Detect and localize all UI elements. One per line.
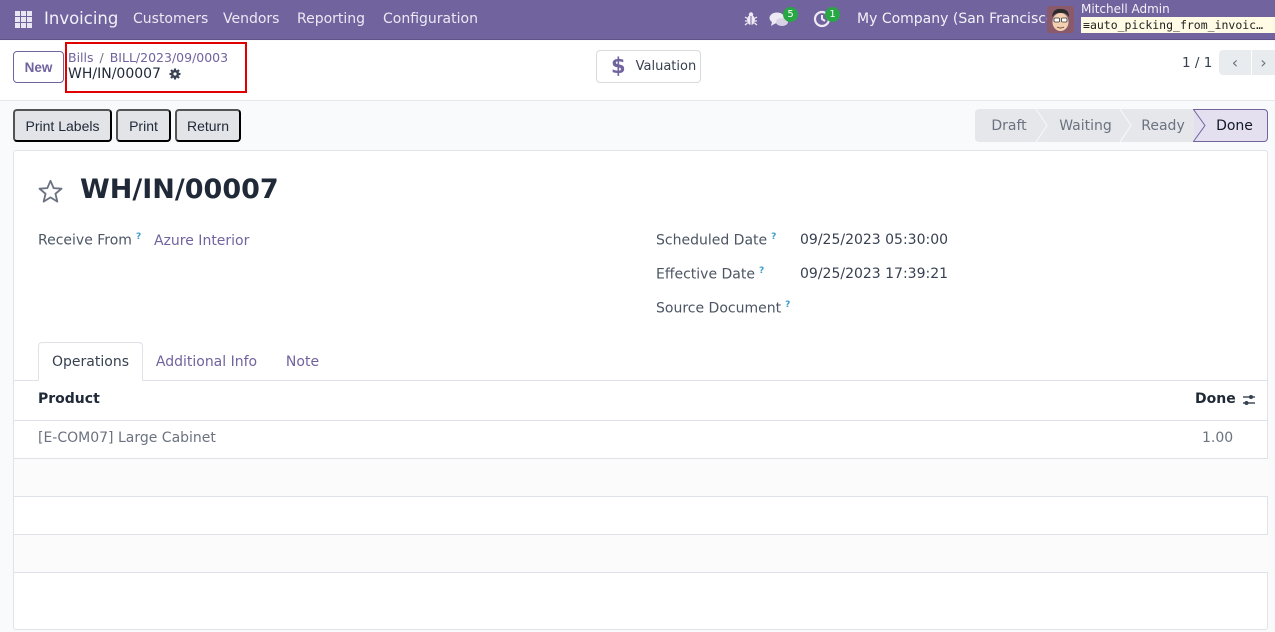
- pager-value[interactable]: 1 / 1: [1182, 55, 1212, 71]
- receive-from-label-text: Receive From: [38, 232, 132, 249]
- help-tooltip-icon[interactable]: ?: [785, 300, 790, 310]
- column-header-done[interactable]: Done: [1195, 391, 1236, 407]
- chevron-left-icon: ‹: [1231, 53, 1239, 72]
- pager-previous-button[interactable]: ‹: [1219, 50, 1251, 75]
- current-record-name: WH/IN/00007: [68, 66, 161, 82]
- menu-configuration[interactable]: Configuration: [383, 11, 478, 27]
- help-tooltip-icon[interactable]: ?: [771, 232, 776, 242]
- scheduled-date-value[interactable]: 09/25/2023 05:30:00: [800, 232, 948, 248]
- dollar-icon: $: [611, 54, 626, 78]
- user-name[interactable]: Mitchell Admin: [1081, 2, 1170, 16]
- stage-waiting[interactable]: Waiting: [1043, 109, 1128, 142]
- breadcrumb-bill[interactable]: BILL/2023/09/0003: [110, 50, 228, 65]
- effective-date-label: Effective Date?: [656, 266, 764, 283]
- control-panel: New Bills / BILL/2023/09/0003 WH/IN/00007 …: [0, 41, 1275, 101]
- receive-from-value[interactable]: Azure Interior: [154, 233, 249, 249]
- table-row-divider: [14, 496, 1268, 497]
- tab-operations[interactable]: Operations: [38, 342, 143, 381]
- stage-ready[interactable]: Ready: [1128, 109, 1198, 142]
- column-header-product[interactable]: Product: [38, 391, 100, 407]
- database-name: ≡auto_picking_from_invoic…: [1081, 17, 1275, 33]
- stage-done-label: Done: [1216, 117, 1253, 134]
- valuation-label: Valuation: [635, 59, 697, 74]
- table-header-divider: [14, 420, 1268, 421]
- stage-done-arrow: [1193, 109, 1206, 142]
- source-document-label-text: Source Document: [656, 300, 782, 317]
- scheduled-date-label: Scheduled Date?: [656, 232, 776, 249]
- optional-columns-icon[interactable]: [1241, 392, 1257, 408]
- empty-table-row: [14, 535, 1268, 572]
- record-title: WH/IN/00007: [80, 174, 279, 205]
- tab-note[interactable]: Note: [270, 342, 335, 381]
- gear-icon[interactable]: [169, 68, 181, 80]
- app-name[interactable]: Invoicing: [44, 9, 118, 28]
- stage-ready-label: Ready: [1141, 117, 1185, 134]
- favorite-star-icon[interactable]: [37, 178, 64, 205]
- scheduled-date-label-text: Scheduled Date: [656, 232, 768, 249]
- current-record: WH/IN/00007: [68, 66, 181, 82]
- menu-vendors[interactable]: Vendors: [223, 11, 279, 27]
- breadcrumb-bills[interactable]: Bills: [68, 50, 94, 65]
- stage-draft-label: Draft: [991, 117, 1027, 134]
- breadcrumb: Bills / BILL/2023/09/0003: [68, 50, 228, 65]
- empty-table-row: [14, 459, 1268, 496]
- print-labels-button[interactable]: Print Labels: [13, 109, 112, 142]
- return-button[interactable]: Return: [175, 109, 241, 142]
- valuation-button[interactable]: $ Valuation: [596, 50, 701, 83]
- user-avatar[interactable]: [1047, 6, 1074, 33]
- stage-waiting-label: Waiting: [1059, 117, 1112, 134]
- pager-next-button[interactable]: ›: [1252, 50, 1275, 75]
- menu-customers[interactable]: Customers: [133, 11, 208, 27]
- new-button[interactable]: New: [13, 51, 64, 83]
- effective-date-value[interactable]: 09/25/2023 17:39:21: [800, 266, 948, 282]
- receive-from-label: Receive From?: [38, 232, 141, 249]
- apps-menu-icon[interactable]: [15, 11, 32, 28]
- effective-date-label-text: Effective Date: [656, 266, 755, 283]
- activities-count-badge: 1: [825, 7, 840, 22]
- database-name-text: auto_picking_from_invoic…: [1089, 18, 1264, 32]
- messages-count-badge: 5: [783, 7, 798, 22]
- help-tooltip-icon[interactable]: ?: [136, 232, 141, 242]
- company-switcher[interactable]: My Company (San Francisco): [857, 11, 1060, 27]
- chevron-right-icon: ›: [1260, 53, 1267, 72]
- row-product-cell[interactable]: [E-COM07] Large Cabinet: [38, 430, 216, 446]
- database-icon: ≡: [1083, 18, 1090, 32]
- breadcrumb-separator: /: [99, 50, 104, 65]
- table-row-divider: [14, 572, 1268, 573]
- stage-draft[interactable]: Draft: [975, 109, 1043, 142]
- stage-separator: [1120, 109, 1132, 142]
- menu-reporting[interactable]: Reporting: [297, 11, 365, 27]
- source-document-label: Source Document?: [656, 300, 790, 317]
- top-navbar: Invoicing Customers Vendors Reporting Co…: [0, 0, 1275, 40]
- row-done-cell[interactable]: 1.00: [1202, 430, 1233, 446]
- debug-bug-icon[interactable]: [744, 11, 758, 27]
- help-tooltip-icon[interactable]: ?: [759, 266, 764, 276]
- print-button[interactable]: Print: [116, 109, 171, 142]
- tab-additional-info[interactable]: Additional Info: [145, 342, 268, 381]
- stage-separator: [1036, 109, 1048, 142]
